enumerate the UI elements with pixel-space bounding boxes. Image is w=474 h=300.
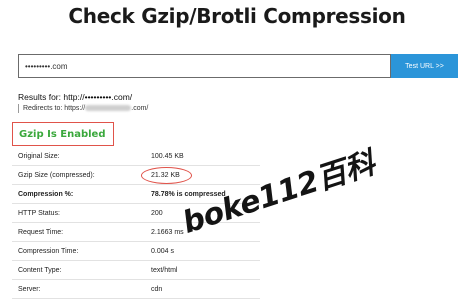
row-value: 0.004 s	[151, 248, 174, 255]
value-highlight-ellipse	[141, 167, 192, 184]
url-search-bar: Test URL >>	[18, 54, 458, 78]
redirect-prefix: Redirects to: https://	[23, 105, 86, 112]
table-row: Gzip Size (compressed): 21.32 KB	[12, 166, 260, 185]
row-label: Compression %:	[18, 191, 74, 198]
gzip-status-highlight: Gzip Is Enabled	[12, 122, 114, 146]
row-value: text/html	[151, 267, 178, 274]
page-title: Check Gzip/Brotli Compression	[68, 4, 406, 28]
redirect-suffix: .com/	[131, 105, 149, 112]
table-row: Server: cdn	[12, 280, 260, 299]
row-label: Content Type:	[18, 267, 62, 274]
redirect-note: Redirects to: https:// .com/	[18, 104, 148, 113]
row-label: Server:	[18, 286, 41, 293]
table-row: Original Size: 100.45 KB	[12, 147, 260, 166]
test-url-button[interactable]: Test URL >>	[391, 54, 458, 78]
table-row: Compression Time: 0.004 s	[12, 242, 260, 261]
url-input[interactable]	[18, 54, 391, 78]
table-row: Content Type: text/html	[12, 261, 260, 280]
row-label: HTTP Status:	[18, 210, 60, 217]
row-value: cdn	[151, 286, 163, 293]
row-value: 200	[151, 210, 163, 217]
redacted-domain	[85, 105, 132, 112]
row-value: 2.1663 ms	[151, 229, 184, 236]
row-label: Compression Time:	[18, 248, 79, 255]
results-for-heading: Results for: http://•••••••••.com/	[18, 92, 133, 102]
row-value: 100.45 KB	[151, 153, 184, 160]
gzip-status-label: Gzip Is Enabled	[19, 128, 106, 140]
row-label: Request Time:	[18, 229, 64, 236]
row-label: Gzip Size (compressed):	[18, 172, 95, 179]
row-label: Original Size:	[18, 153, 60, 160]
